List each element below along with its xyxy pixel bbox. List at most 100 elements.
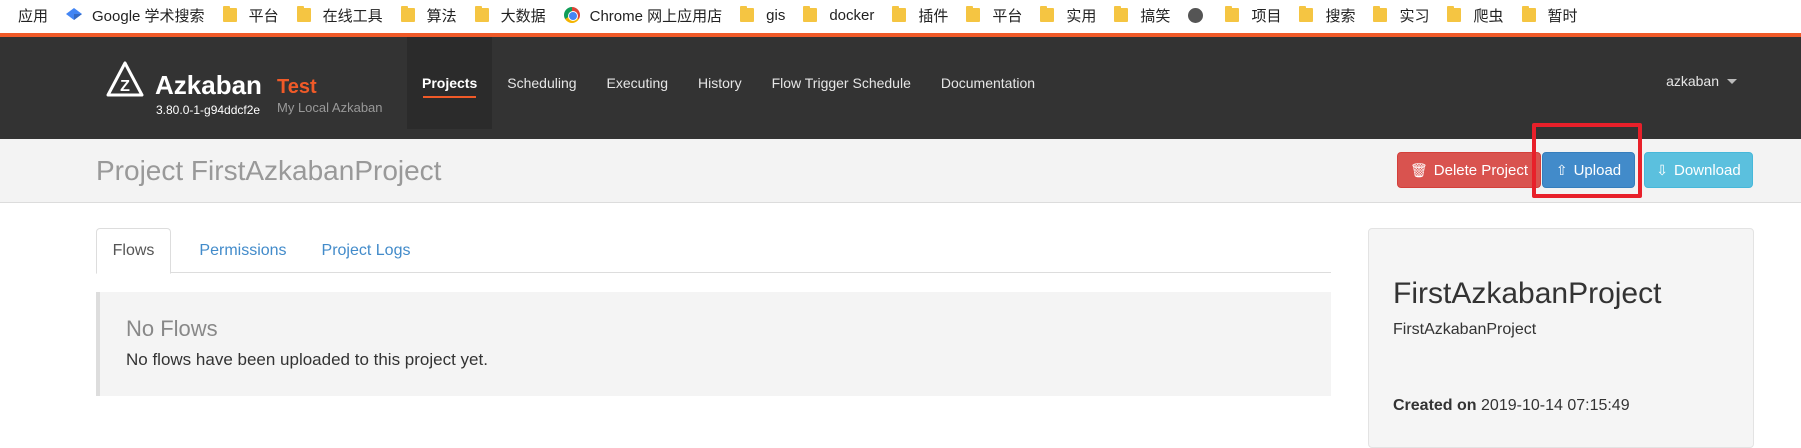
folder-icon <box>1521 6 1536 22</box>
project-info-panel: FirstAzkabanProject FirstAzkabanProject … <box>1368 228 1754 448</box>
bookmarks-bar: 应用 Google 学术搜索 平台 在线工具 算法 大数据 Chrome 网上应… <box>0 0 1801 30</box>
trash-icon: 🗑 <box>1410 161 1428 178</box>
bookmark-folder[interactable]: 暂时 <box>1514 0 1588 30</box>
nav-label: Executing <box>606 75 669 91</box>
bookmark-folder[interactable]: 大数据 <box>467 0 556 30</box>
button-label: Delete Project <box>1433 161 1528 179</box>
bookmark-label: 爬虫 <box>1473 7 1504 25</box>
tab-flows[interactable]: Flows <box>96 228 171 274</box>
nav-history[interactable]: History <box>683 37 757 129</box>
bookmark-apps[interactable]: 应用 <box>0 0 58 30</box>
nav-label: Projects <box>422 75 478 91</box>
created-value: 2019-10-14 07:15:49 <box>1481 397 1630 414</box>
bookmark-folder[interactable]: 平台 <box>215 0 289 30</box>
folder-icon <box>1299 6 1314 22</box>
page-title: Project FirstAzkabanProject <box>96 155 442 186</box>
brand-name[interactable]: Azkaban <box>155 70 262 101</box>
bookmark-folder[interactable]: 搜索 <box>1291 0 1365 30</box>
page-header: Project FirstAzkabanProject 🗑 Delete Pro… <box>0 139 1801 203</box>
bookmark-label: 在线工具 <box>322 7 383 25</box>
bookmark-label: 平台 <box>992 7 1023 25</box>
nav-label: Flow Trigger Schedule <box>771 75 911 91</box>
username: azkaban <box>1666 73 1719 89</box>
user-menu[interactable]: azkaban <box>1666 73 1737 89</box>
bookmark-folder[interactable]: 在线工具 <box>289 0 393 30</box>
folder-icon <box>1114 6 1129 22</box>
globe-icon <box>1188 7 1204 23</box>
bookmark-label: gis <box>766 6 786 24</box>
navbar: Z Azkaban Test 3.80.0-1-g94ddcf2e My Loc… <box>0 37 1801 139</box>
azkaban-logo-icon[interactable]: Z <box>106 61 144 99</box>
bookmark-label: 搞笑 <box>1140 7 1171 25</box>
tab-permissions[interactable]: Permissions <box>189 228 297 274</box>
bookmark-folder[interactable]: 实习 <box>1365 0 1439 30</box>
bookmark-scholar[interactable]: Google 学术搜索 <box>58 0 215 30</box>
folder-icon <box>892 6 907 22</box>
folder-icon <box>1225 6 1240 22</box>
tab-project-logs[interactable]: Project Logs <box>311 228 421 274</box>
callout-title: No Flows <box>126 316 218 341</box>
created-on: Created on 2019-10-14 07:15:49 <box>1393 397 1630 415</box>
brand-env: Test <box>277 76 317 98</box>
bookmark-label: Chrome 网上应用店 <box>589 7 723 25</box>
bookmark-chrome-store[interactable]: Chrome 网上应用店 <box>556 0 733 30</box>
bookmark-folder[interactable]: 平台 <box>958 0 1032 30</box>
folder-icon <box>740 6 755 22</box>
bookmark-folder[interactable]: 项目 <box>1217 0 1291 30</box>
nav-flow-trigger-schedule[interactable]: Flow Trigger Schedule <box>757 37 926 129</box>
folder-icon <box>1040 6 1055 22</box>
bookmark-folder[interactable]: 搞笑 <box>1106 0 1180 30</box>
folder-icon <box>1373 6 1388 22</box>
bookmark-label: 项目 <box>1251 7 1282 25</box>
folder-icon <box>474 6 489 22</box>
bookmark-label: 搜索 <box>1325 7 1356 25</box>
chrome-icon <box>563 7 580 23</box>
bookmark-folder[interactable]: 插件 <box>884 0 958 30</box>
project-name: FirstAzkabanProject <box>1393 277 1662 310</box>
bookmark-folder[interactable]: gis <box>732 0 795 30</box>
bookmark-label: 平台 <box>248 7 279 25</box>
brand-subtitle: My Local Azkaban <box>277 100 383 115</box>
bookmark-label: 实习 <box>1399 7 1430 25</box>
folder-icon <box>803 6 818 22</box>
delete-project-button[interactable]: 🗑 Delete Project <box>1397 152 1541 188</box>
nav-executing[interactable]: Executing <box>592 37 683 129</box>
project-tabs: Flows Permissions Project Logs <box>96 228 1331 274</box>
bookmark-label: 大数据 <box>500 7 546 25</box>
no-flows-callout: No Flows No flows have been uploaded to … <box>96 292 1331 396</box>
folder-icon <box>966 6 981 22</box>
caret-down-icon <box>1727 78 1737 84</box>
svg-text:Z: Z <box>120 78 130 95</box>
created-label: Created on <box>1393 397 1477 414</box>
bookmark-label: 插件 <box>918 7 949 25</box>
nav-label: Scheduling <box>507 75 577 91</box>
folder-icon <box>1447 6 1462 22</box>
nav-label: Documentation <box>940 75 1036 91</box>
upload-highlight-box <box>1532 123 1642 198</box>
scholar-icon <box>66 8 83 20</box>
nav-label: History <box>698 75 742 91</box>
download-button[interactable]: ⇩ Download <box>1644 152 1753 188</box>
bookmark-folder[interactable]: docker <box>795 0 884 30</box>
bookmark-folder[interactable]: 爬虫 <box>1439 0 1513 30</box>
bookmark-label: docker <box>829 6 875 24</box>
active-underline <box>423 96 477 98</box>
folder-icon <box>400 6 415 22</box>
folder-icon <box>296 6 311 22</box>
project-description: FirstAzkabanProject <box>1393 321 1537 338</box>
button-label: Download <box>1674 161 1741 179</box>
bookmark-label: Google 学术搜索 <box>92 7 205 25</box>
bookmark-folder[interactable]: 算法 <box>393 0 467 30</box>
bookmark-label: 算法 <box>426 7 457 25</box>
nav-scheduling[interactable]: Scheduling <box>492 37 591 129</box>
bookmark-label: 应用 <box>18 7 49 25</box>
nav-projects[interactable]: Projects <box>407 37 493 129</box>
bookmark-label: 实用 <box>1066 7 1097 25</box>
bookmark-folder[interactable]: 实用 <box>1032 0 1106 30</box>
nav-documentation[interactable]: Documentation <box>926 37 1050 129</box>
bookmark-globe[interactable] <box>1180 0 1217 30</box>
version-label: 3.80.0-1-g94ddcf2e <box>156 103 261 117</box>
download-icon: ⇩ <box>1656 161 1668 178</box>
main-nav: Projects Scheduling Executing History Fl… <box>407 37 1050 129</box>
folder-icon <box>222 6 237 22</box>
